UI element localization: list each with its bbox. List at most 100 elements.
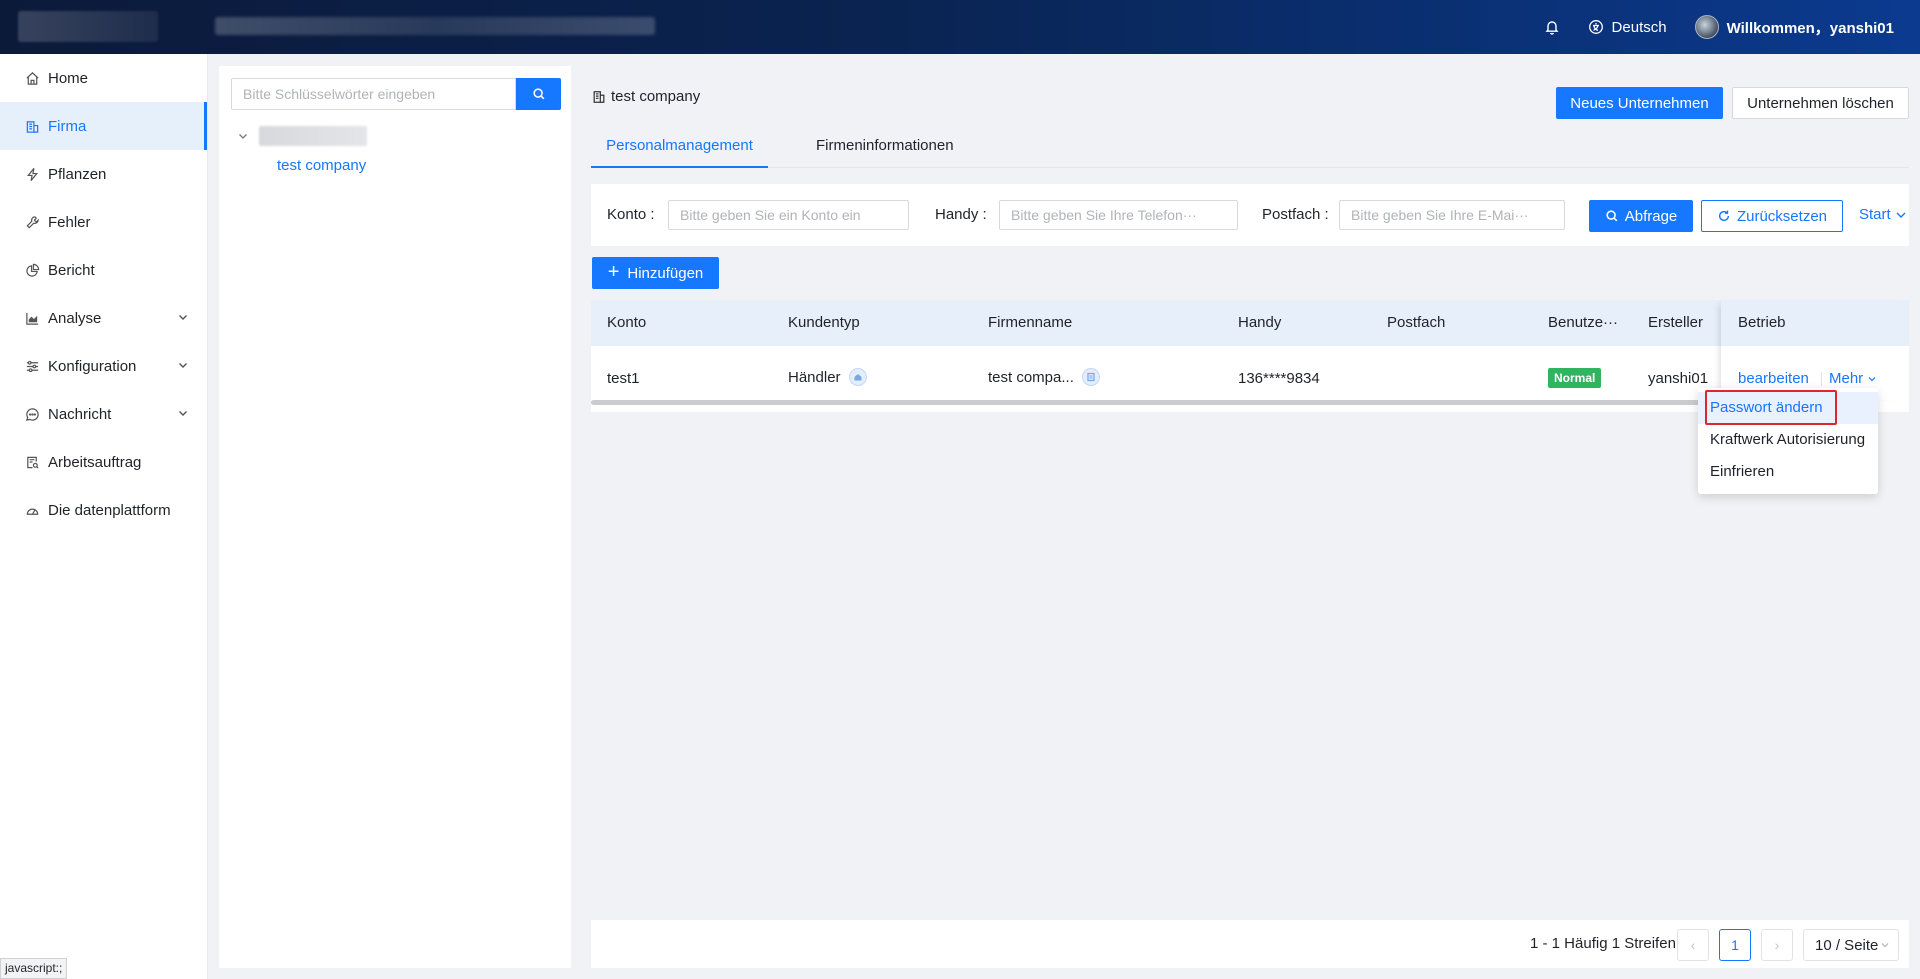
tree-root-node[interactable] (237, 124, 367, 148)
sidebar-item-label: Konfiguration (48, 357, 137, 375)
column-header-firmenname[interactable]: Firmenname (988, 314, 1072, 331)
sidebar-item-home[interactable]: Home (0, 54, 207, 102)
chevron-down-icon (179, 363, 187, 368)
sidebar-item-firma[interactable]: Firma (0, 102, 207, 150)
page-size-select[interactable]: 10 / Seite (1803, 929, 1899, 961)
browser-status-bar: javascript:; (0, 958, 68, 979)
plus-icon: + (607, 261, 620, 283)
user-menu[interactable]: Willkommen，yanshi01 (1694, 15, 1894, 39)
reset-button-label: Zurücksetzen (1736, 207, 1828, 225)
sidebar-item-datenplattform[interactable]: Die datenplattform (0, 486, 207, 534)
notifications-button[interactable] (1544, 19, 1560, 35)
column-header-postfach[interactable]: Postfach (1387, 314, 1445, 331)
cell-phone: 136****9834 (1238, 370, 1320, 387)
globe-icon (1588, 20, 1603, 34)
company-name: test company (611, 88, 701, 105)
cell-account: test1 (607, 370, 640, 387)
avatar (1694, 15, 1719, 39)
dealer-type-icon (848, 368, 867, 386)
sidebar-item-nachricht[interactable]: Nachricht (0, 390, 207, 438)
customer-type-label: Händler (788, 368, 841, 386)
menu-item-change-password[interactable]: Passwort ändern (1698, 392, 1878, 424)
page-title: test company (592, 88, 700, 105)
company-tree-panel: test company (219, 66, 571, 968)
cell-company: test compa... (988, 368, 1100, 386)
sidebar-item-pflanzen[interactable]: Pflanzen (0, 150, 207, 198)
more-label: Mehr (1829, 370, 1864, 387)
sidebar: Home Firma Pflanzen Fehler Bericht Analy… (0, 54, 208, 979)
building-icon (24, 118, 40, 134)
more-actions-menu: Passwort ändern Kraftwerk Autorisierung … (1698, 388, 1878, 494)
more-dropdown-trigger[interactable]: Mehr (1829, 370, 1877, 387)
delete-company-button[interactable]: Unternehmen löschen (1732, 87, 1909, 119)
area-chart-icon (24, 310, 40, 326)
operations-column: Betrieb bearbeiten Mehr (1721, 300, 1909, 400)
prev-page-button[interactable]: ‹ (1677, 929, 1709, 961)
company-info-icon[interactable] (1081, 368, 1100, 386)
sidebar-item-label: Home (48, 69, 89, 87)
status-badge: Normal (1548, 368, 1602, 388)
tree-root-label (259, 126, 367, 146)
file-search-icon (24, 454, 40, 470)
sidebar-item-label: Fehler (48, 213, 91, 231)
expand-filters-label: Start (1859, 206, 1891, 223)
expand-filters-link[interactable]: Start (1859, 206, 1907, 223)
new-company-button[interactable]: Neues Unternehmen (1556, 87, 1723, 119)
pagination-summary: 1 - 1 Häufig 1 Streifen (1530, 935, 1676, 952)
main-content: test company Neues Unternehmen Unternehm… (591, 66, 1909, 968)
tab-firmeninformationen[interactable]: Firmeninformationen (816, 126, 954, 168)
column-header-kundentyp[interactable]: Kundentyp (788, 314, 860, 331)
sidebar-item-label: Nachricht (48, 405, 112, 423)
account-input[interactable] (668, 200, 909, 230)
search-icon (532, 88, 544, 100)
sidebar-item-label: Bericht (48, 261, 95, 279)
sidebar-item-label: Die datenplattform (48, 501, 171, 519)
next-page-button[interactable]: › (1761, 929, 1793, 961)
edit-link[interactable]: bearbeiten (1738, 370, 1809, 387)
email-input[interactable] (1339, 200, 1565, 230)
action-divider (1821, 372, 1822, 386)
column-header-betrieb: Betrieb (1738, 314, 1786, 331)
company-label: test compa... (988, 368, 1074, 386)
email-label: Postfach : (1262, 206, 1329, 223)
top-header: Deutsch Willkommen，yanshi01 (0, 0, 1920, 54)
sidebar-item-arbeitsauftrag[interactable]: Arbeitsauftrag (0, 438, 207, 486)
tree-node-test-company[interactable]: test company (277, 157, 366, 174)
add-button[interactable]: + Hinzufügen (592, 257, 719, 289)
sidebar-item-bericht[interactable]: Bericht (0, 246, 207, 294)
query-button[interactable]: Abfrage (1589, 200, 1693, 232)
app-logo (18, 11, 158, 42)
language-switcher[interactable]: Deutsch (1588, 19, 1667, 36)
page-1-button[interactable]: 1 (1719, 929, 1751, 961)
chevron-down-icon (1868, 376, 1876, 381)
column-header-ersteller[interactable]: Ersteller (1648, 314, 1703, 331)
horizontal-scrollbar[interactable] (591, 400, 1721, 405)
sidebar-item-fehler[interactable]: Fehler (0, 198, 207, 246)
phone-label: Handy : (935, 206, 987, 223)
chevron-down-icon (179, 411, 187, 416)
sidebar-item-analyse[interactable]: Analyse (0, 294, 207, 342)
menu-item-freeze[interactable]: Einfrieren (1698, 456, 1878, 488)
chevron-down-icon (1881, 943, 1889, 948)
column-header-konto[interactable]: Konto (607, 314, 646, 331)
tree-search-input[interactable] (231, 78, 516, 110)
column-header-handy[interactable]: Handy (1238, 314, 1281, 331)
sliders-icon (24, 358, 40, 374)
reset-button[interactable]: Zurücksetzen (1701, 200, 1843, 232)
column-header-benutzer[interactable]: Benutze··· (1548, 314, 1618, 331)
language-label: Deutsch (1611, 18, 1667, 36)
message-icon (24, 406, 40, 422)
dashboard-icon (24, 502, 40, 518)
sidebar-item-label: Arbeitsauftrag (48, 453, 142, 471)
sidebar-item-konfiguration[interactable]: Konfiguration (0, 342, 207, 390)
tree-search-button[interactable] (516, 78, 561, 110)
filter-bar: Konto : Handy : Postfach : Abfrage Zurüc… (591, 184, 1909, 246)
chevron-down-icon[interactable] (237, 130, 249, 142)
building-icon (593, 90, 605, 103)
welcome-text: Willkommen，yanshi01 (1726, 19, 1894, 37)
lightning-icon (24, 166, 40, 182)
tab-personalmanagement[interactable]: Personalmanagement (591, 126, 768, 168)
phone-input[interactable] (999, 200, 1238, 230)
menu-item-plant-authorization[interactable]: Kraftwerk Autorisierung (1698, 424, 1878, 456)
cell-creator: yanshi01 (1648, 370, 1709, 387)
